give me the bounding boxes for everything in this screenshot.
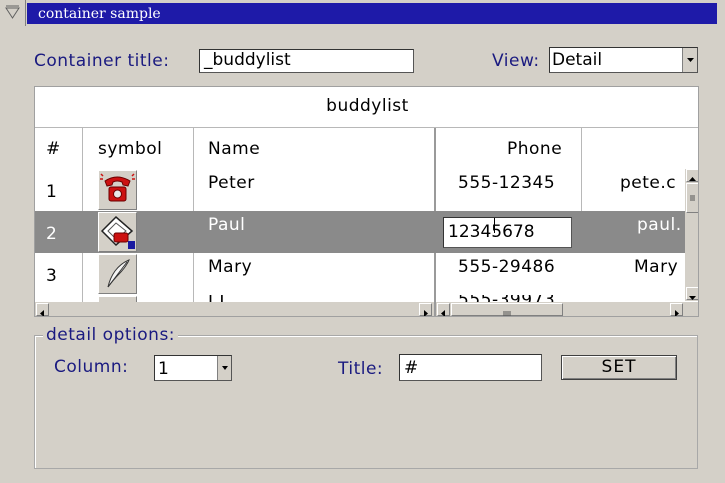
telephone-icon bbox=[98, 170, 137, 210]
scroll-right-button[interactable] bbox=[419, 303, 432, 316]
detail-options-label: detail options: bbox=[43, 325, 179, 345]
scroll-thumb[interactable] bbox=[686, 183, 698, 213]
column-dropdown-button[interactable] bbox=[217, 356, 231, 380]
row-email: paul. bbox=[637, 215, 682, 235]
header-divider bbox=[35, 127, 698, 128]
arrow-right-icon bbox=[424, 310, 428, 316]
scroll-thumb[interactable] bbox=[451, 303, 563, 316]
scroll-down-button[interactable] bbox=[686, 287, 698, 300]
view-dropdown[interactable]: Detail bbox=[549, 47, 698, 73]
scroll-left-button[interactable] bbox=[36, 303, 49, 316]
column-header-name[interactable]: Name bbox=[208, 139, 260, 159]
vertical-scrollbar[interactable] bbox=[685, 169, 698, 301]
arrow-left-icon bbox=[40, 310, 44, 316]
column-header-num[interactable]: # bbox=[46, 139, 61, 159]
container-title-input[interactable]: _buddylist bbox=[199, 49, 414, 73]
row-number: 3 bbox=[46, 266, 58, 286]
column-dropdown-value: 1 bbox=[158, 359, 169, 379]
window-menu-icon bbox=[5, 5, 20, 19]
scroll-right-button[interactable] bbox=[670, 303, 683, 316]
set-button[interactable]: SET bbox=[561, 355, 677, 380]
window-title: container sample bbox=[38, 6, 161, 22]
row-name: Paul bbox=[208, 215, 246, 235]
feather-icon bbox=[98, 254, 137, 294]
view-dropdown-button[interactable] bbox=[682, 48, 697, 72]
fax-icon bbox=[98, 212, 137, 252]
row-number: 2 bbox=[46, 224, 58, 244]
chevron-down-icon bbox=[222, 366, 228, 370]
system-menu-button[interactable] bbox=[0, 0, 26, 26]
row-phone: 555-29486 bbox=[458, 257, 556, 277]
phone-edit-input[interactable]: 12345678 bbox=[443, 217, 572, 248]
row-name: Peter bbox=[208, 173, 255, 193]
horizontal-scrollbar-left[interactable] bbox=[35, 302, 434, 316]
row-phone: 555-12345 bbox=[458, 173, 556, 193]
view-label: View: bbox=[492, 51, 540, 71]
scroll-up-button[interactable] bbox=[686, 169, 698, 182]
title-input[interactable]: # bbox=[399, 354, 542, 381]
arrow-left-icon bbox=[441, 310, 445, 316]
arrow-right-icon bbox=[675, 310, 679, 316]
title-label: Title: bbox=[338, 359, 384, 379]
chevron-down-icon bbox=[687, 58, 694, 62]
row-email: pete.c bbox=[620, 173, 677, 193]
text-cursor bbox=[494, 218, 495, 233]
row-number: 1 bbox=[46, 182, 58, 202]
row-name: Mary bbox=[208, 257, 253, 277]
view-dropdown-value: Detail bbox=[552, 50, 603, 70]
column-label: Column: bbox=[54, 357, 129, 377]
horizontal-scrollbar-right[interactable] bbox=[436, 302, 698, 316]
row-email: Mary bbox=[634, 257, 679, 277]
container-header: buddylist bbox=[326, 96, 409, 116]
buddylist-container[interactable]: buddylist # symbol Name Phone 1 Peter 55… bbox=[34, 86, 699, 317]
column-header-phone[interactable]: Phone bbox=[507, 139, 562, 159]
container-title-label: Container title: bbox=[34, 51, 170, 71]
column-header-symbol[interactable]: symbol bbox=[98, 139, 162, 159]
scroll-left-button[interactable] bbox=[437, 303, 450, 316]
